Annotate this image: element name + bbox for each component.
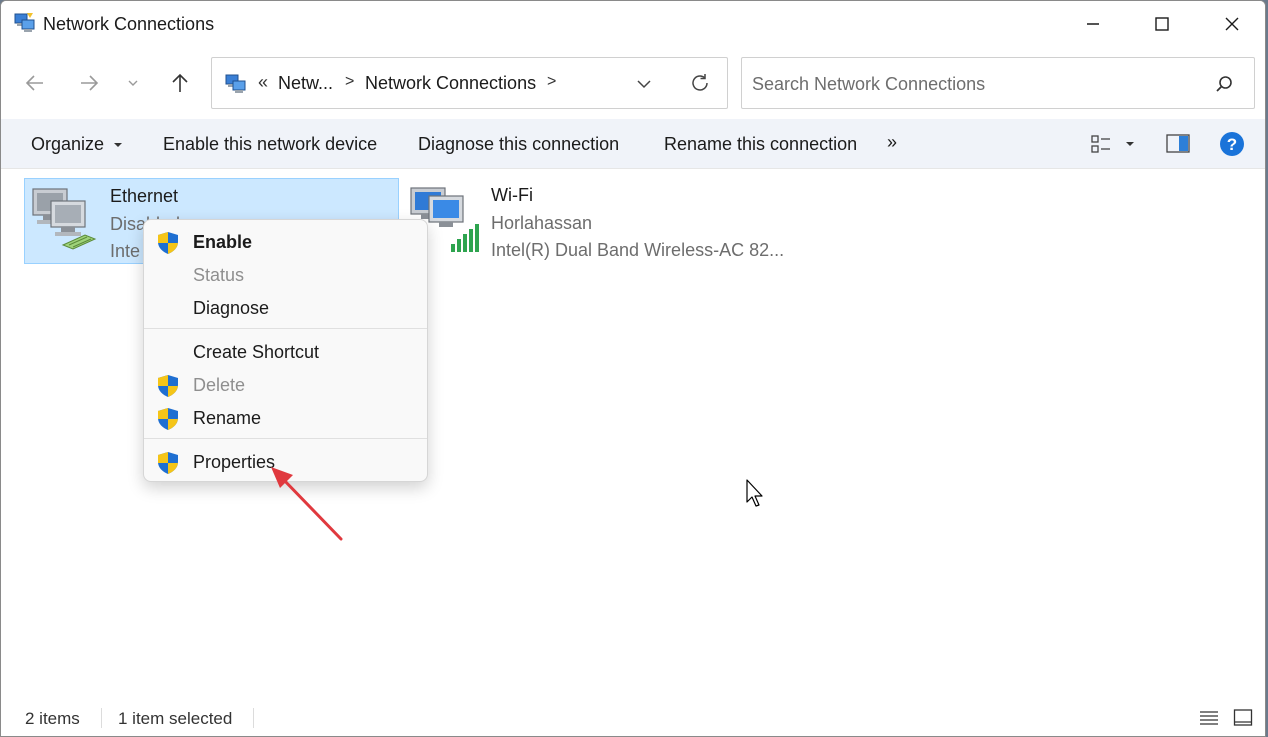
- minimize-icon: [1087, 23, 1099, 25]
- svg-text:?: ?: [1227, 135, 1237, 154]
- more-commands-button[interactable]: »: [887, 132, 897, 153]
- status-separator: [253, 708, 254, 728]
- preview-pane-icon[interactable]: [1166, 133, 1190, 155]
- search-box[interactable]: [741, 57, 1255, 109]
- chevron-down-icon[interactable]: [635, 75, 653, 93]
- tiles-view-icon[interactable]: [1233, 708, 1253, 728]
- refresh-icon[interactable]: [689, 72, 711, 94]
- breadcrumb-separator[interactable]: >: [547, 73, 556, 91]
- connection-adapter: Intel(R) Dual Band Wireless-AC 82...: [491, 240, 785, 260]
- status-separator: [101, 708, 102, 728]
- details-view-icon[interactable]: [1199, 709, 1219, 727]
- help-icon[interactable]: ?: [1219, 131, 1245, 157]
- rename-connection-button[interactable]: Rename this connection: [664, 134, 857, 155]
- search-input[interactable]: [752, 71, 1192, 97]
- maximize-icon: [1155, 17, 1169, 31]
- wifi-connection[interactable]: Wi-Fi Horlahassan Intel(R) Dual Band Wir…: [405, 178, 785, 264]
- mouse-cursor-icon: [746, 479, 763, 507]
- connection-status: Horlahassan: [491, 213, 593, 233]
- search-icon[interactable]: [1214, 74, 1234, 94]
- selection-count: 1 item selected: [118, 709, 233, 728]
- diagnose-connection-button[interactable]: Diagnose this connection: [418, 134, 619, 155]
- close-icon: [1225, 17, 1239, 31]
- network-connections-window: Network Connections « Netw... > Network …: [0, 0, 1266, 737]
- view-options-caret-icon[interactable]: [1125, 140, 1135, 148]
- connection-name: Wi-Fi: [491, 185, 533, 205]
- annotation-arrow: [271, 467, 343, 541]
- change-view-icon[interactable]: [1091, 134, 1111, 154]
- item-count: 2 items: [25, 709, 80, 728]
- status-bar: 2 items 1 item selected: [1, 699, 1265, 736]
- minimize-button[interactable]: [1058, 1, 1128, 47]
- close-button[interactable]: [1197, 1, 1265, 47]
- maximize-button[interactable]: [1127, 1, 1197, 47]
